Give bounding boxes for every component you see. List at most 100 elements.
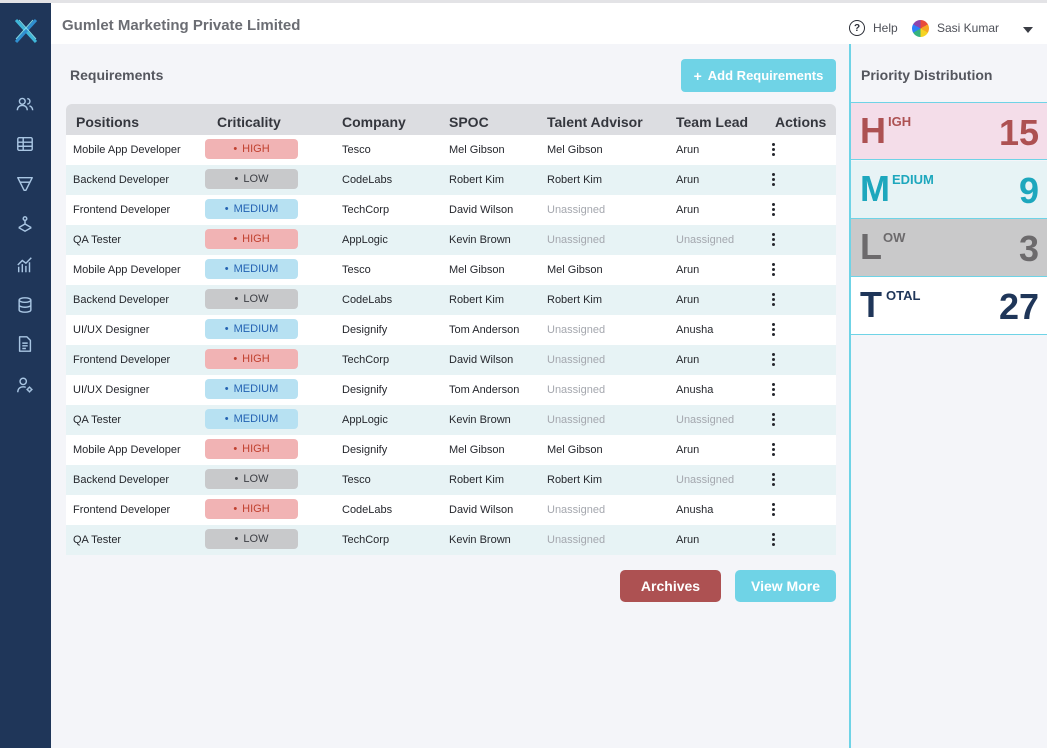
column-header-criticality[interactable]: Criticality [217, 114, 281, 130]
team-lead-cell: Arun [676, 444, 700, 456]
analytics-icon[interactable] [15, 255, 35, 275]
table-row[interactable]: UI/UX Designer • MEDIUM Designify Tom Anders… [66, 375, 836, 405]
chevron-down-icon[interactable] [1023, 27, 1033, 33]
criticality-label: LOW [243, 293, 269, 305]
dot-icon: • [234, 473, 239, 485]
talent-advisor-cell: Robert Kim [547, 474, 603, 486]
add-requirements-button[interactable]: + Add Requirements [681, 59, 836, 92]
criticality-label: HIGH [242, 143, 270, 155]
dot-icon: • [224, 383, 229, 395]
talent-advisor-cell: Unassigned [547, 504, 606, 516]
team-lead-cell: Arun [676, 534, 700, 546]
priority-label: IGH [888, 114, 912, 129]
table-row[interactable]: Backend Developer • LOW CodeLabs Robert Kim R… [66, 285, 836, 315]
document-icon[interactable] [15, 334, 35, 354]
more-actions-icon[interactable] [766, 499, 780, 519]
priority-card-high[interactable]: H IGH 15 [851, 102, 1047, 160]
table-row[interactable]: QA Tester • MEDIUM AppLogic Kevin Brown Unass… [66, 405, 836, 435]
users-icon[interactable] [15, 94, 35, 114]
more-actions-icon[interactable] [766, 529, 780, 549]
app-logo[interactable] [12, 17, 40, 45]
talent-advisor-cell: Mel Gibson [547, 444, 603, 456]
company-cell: Designify [342, 384, 388, 396]
talent-advisor-cell: Unassigned [547, 204, 606, 216]
position-cell: Backend Developer [73, 294, 170, 306]
company-cell: TechCorp [342, 534, 390, 546]
more-actions-icon[interactable] [766, 169, 780, 189]
table-row[interactable]: UI/UX Designer • MEDIUM Designify Tom Anders… [66, 315, 836, 345]
table-row[interactable]: QA Tester • LOW TechCorp Kevin Brown Unassign… [66, 525, 836, 555]
priority-card-low[interactable]: L OW 3 [851, 219, 1047, 277]
team-lead-cell: Arun [676, 174, 700, 186]
spoc-cell: David Wilson [449, 354, 514, 366]
team-lead-cell: Arun [676, 354, 700, 366]
position-cell: Backend Developer [73, 174, 170, 186]
more-actions-icon[interactable] [766, 259, 780, 279]
position-cell: QA Tester [73, 534, 122, 546]
talent-advisor-cell: Unassigned [547, 414, 606, 426]
dot-icon: • [233, 443, 238, 455]
sidebar [0, 3, 51, 748]
column-header-talent-advisor[interactable]: Talent Advisor [547, 114, 643, 130]
page-title: Requirements [70, 67, 164, 83]
team-lead-cell: Unassigned [676, 414, 735, 426]
criticality-label: HIGH [242, 503, 270, 515]
spoc-cell: Kevin Brown [449, 534, 511, 546]
more-actions-icon[interactable] [766, 289, 780, 309]
more-actions-icon[interactable] [766, 319, 780, 339]
dot-icon: • [233, 143, 238, 155]
more-actions-icon[interactable] [766, 409, 780, 429]
table-row[interactable]: Frontend Developer • HIGH CodeLabs David Wil… [66, 495, 836, 525]
more-actions-icon[interactable] [766, 469, 780, 489]
priority-label: EDIUM [892, 172, 934, 187]
more-actions-icon[interactable] [766, 199, 780, 219]
position-cell: Frontend Developer [73, 204, 171, 216]
help-icon[interactable]: ? [849, 20, 865, 36]
more-actions-icon[interactable] [766, 379, 780, 399]
view-more-button[interactable]: View More [735, 570, 836, 602]
column-header-team-lead[interactable]: Team Lead [676, 114, 748, 130]
table-row[interactable]: Backend Developer • LOW Tesco Robert Kim Robe… [66, 465, 836, 495]
network-icon[interactable] [15, 214, 35, 234]
user-avatar[interactable] [912, 20, 929, 37]
table-row[interactable]: Frontend Developer • MEDIUM TechCorp David W… [66, 195, 836, 225]
priority-count: 15 [998, 112, 1039, 153]
team-lead-cell: Arun [676, 294, 700, 306]
table-row[interactable]: QA Tester • HIGH AppLogic Kevin Brown Unassig… [66, 225, 836, 255]
criticality-badge: • HIGH [205, 139, 298, 159]
priority-card-total[interactable]: T OTAL 27 [851, 277, 1047, 335]
talent-advisor-cell: Unassigned [547, 354, 606, 366]
dot-icon: • [234, 293, 239, 305]
position-cell: Mobile App Developer [73, 444, 181, 456]
table-row[interactable]: Backend Developer • LOW CodeLabs Robert Kim R… [66, 165, 836, 195]
table-row[interactable]: Mobile App Developer • MEDIUM Tesco Mel Gibs… [66, 255, 836, 285]
archives-button[interactable]: Archives [620, 570, 721, 602]
team-lead-cell: Arun [676, 144, 700, 156]
table-row[interactable]: Mobile App Developer • HIGH Designify Mel Gi… [66, 435, 836, 465]
priority-card-medium[interactable]: M EDIUM 9 [851, 161, 1047, 219]
table-icon[interactable] [15, 134, 35, 154]
database-icon[interactable] [15, 295, 35, 315]
more-actions-icon[interactable] [766, 139, 780, 159]
user-name[interactable]: Sasi Kumar [937, 21, 999, 35]
criticality-label: MEDIUM [233, 263, 279, 275]
requirements-table: Positions Criticality Company SPOC Talen… [66, 104, 836, 555]
criticality-badge: • MEDIUM [205, 259, 298, 279]
talent-advisor-cell: Unassigned [547, 234, 606, 246]
more-actions-icon[interactable] [766, 439, 780, 459]
help-link[interactable]: Help [873, 21, 898, 35]
column-header-company[interactable]: Company [342, 114, 406, 130]
spoc-cell: Mel Gibson [449, 444, 505, 456]
more-actions-icon[interactable] [766, 349, 780, 369]
column-header-spoc[interactable]: SPOC [449, 114, 489, 130]
column-header-positions[interactable]: Positions [76, 114, 139, 130]
table-row[interactable]: Mobile App Developer • HIGH Tesco Mel Gibson… [66, 135, 836, 165]
user-settings-icon[interactable] [15, 375, 35, 395]
criticality-label: LOW [243, 173, 269, 185]
table-row[interactable]: Frontend Developer • HIGH TechCorp David Wil… [66, 345, 836, 375]
spoc-cell: Tom Anderson [449, 384, 520, 396]
top-header: Gumlet Marketing Private Limited ? Help … [51, 3, 1047, 44]
funnel-icon[interactable] [15, 174, 35, 194]
team-lead-cell: Unassigned [676, 234, 735, 246]
more-actions-icon[interactable] [766, 229, 780, 249]
